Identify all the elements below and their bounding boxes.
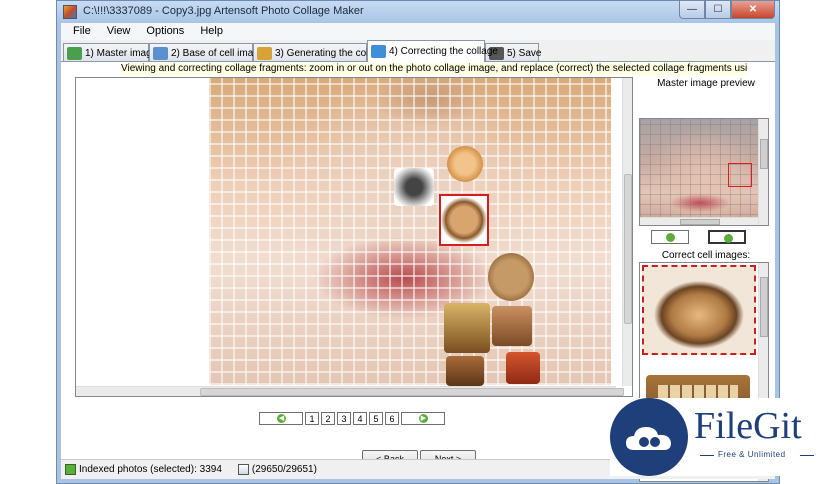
database-icon <box>153 46 168 60</box>
collage-tile[interactable] <box>492 306 532 346</box>
scrollbar-thumb[interactable] <box>680 219 720 225</box>
scrollbar-thumb[interactable] <box>624 174 632 324</box>
cloud-icon <box>626 427 671 450</box>
master-image-preview[interactable] <box>639 118 769 226</box>
tab-correcting-collage[interactable]: 4) Correcting the collage <box>367 40 498 62</box>
filegit-tagline: Free & Unlimited <box>718 450 786 459</box>
collage-horizontal-scrollbar[interactable] <box>76 386 624 396</box>
window-title: C:\!!!\3337089 - Copy3.jpg Artensoft Pho… <box>83 5 364 17</box>
page-5-button[interactable]: 5 <box>369 412 383 425</box>
instructions-banner: Viewing and correcting collage fragments… <box>121 63 747 75</box>
arrow-left-icon: ◀ <box>277 414 286 423</box>
minus-icon <box>666 233 675 242</box>
selected-collage-cell[interactable] <box>439 194 489 246</box>
page-2-button[interactable]: 2 <box>321 412 335 425</box>
window-controls: — ☐ ✕ <box>679 1 775 20</box>
preview-label: Master image preview <box>657 78 755 89</box>
preview-vertical-scrollbar[interactable] <box>758 119 768 225</box>
image-icon <box>67 46 82 60</box>
divider <box>800 455 814 456</box>
tab-label: 5) Save <box>507 47 542 59</box>
cube-icon <box>371 45 386 58</box>
collage-viewport[interactable] <box>75 77 633 397</box>
collage-tile[interactable] <box>444 303 490 353</box>
plus-icon <box>724 234 733 243</box>
scrollbar-thumb[interactable] <box>200 388 624 396</box>
close-button[interactable]: ✕ <box>731 1 775 19</box>
divider <box>700 455 714 456</box>
prev-page-button[interactable]: ◀ <box>259 412 303 425</box>
title-bar[interactable]: C:\!!!\3337089 - Copy3.jpg Artensoft Pho… <box>57 1 779 23</box>
magic-wand-icon <box>257 46 272 60</box>
page-navigator: ◀ 1 2 3 4 5 6 ▶ <box>259 412 445 425</box>
preview-zoom-in-button[interactable] <box>708 230 746 244</box>
preview-selection-frame <box>728 163 752 187</box>
app-icon <box>63 5 77 19</box>
scrollbar-thumb[interactable] <box>760 139 768 169</box>
minimize-button[interactable]: — <box>679 1 705 19</box>
menu-view[interactable]: View <box>99 23 139 40</box>
menu-help[interactable]: Help <box>192 23 231 40</box>
menu-file[interactable]: File <box>65 23 99 40</box>
photo-count-icon <box>237 464 249 475</box>
collage-tile[interactable] <box>446 356 484 386</box>
page-3-button[interactable]: 3 <box>337 412 351 425</box>
collage-image[interactable] <box>209 78 611 385</box>
menu-bar: File View Options Help <box>61 23 775 40</box>
collage-vertical-scrollbar[interactable] <box>622 78 632 386</box>
indexed-photos-status: Indexed photos (selected): 3394 <box>79 464 222 475</box>
collage-tile[interactable] <box>394 168 434 206</box>
cells-label: Correct cell images: <box>661 250 751 261</box>
collage-tile[interactable] <box>488 253 534 301</box>
preview-zoom-out-button[interactable] <box>651 230 689 244</box>
maximize-button[interactable]: ☐ <box>705 1 731 19</box>
collage-tile[interactable] <box>447 146 483 182</box>
tab-generating-collage[interactable]: 3) Generating the collage <box>253 43 387 62</box>
preview-horizontal-scrollbar[interactable] <box>640 217 758 225</box>
filegit-name: FileGit <box>694 405 802 447</box>
page-4-button[interactable]: 4 <box>353 412 367 425</box>
indexed-photos-icon <box>65 464 76 475</box>
filegit-logo <box>610 398 688 476</box>
photo-count-status: (29650/29651) <box>251 464 317 475</box>
cell-image-option[interactable] <box>642 265 756 355</box>
scrollbar-thumb[interactable] <box>760 277 768 337</box>
collage-tile[interactable] <box>506 352 540 384</box>
tab-strip: 1) Master image 2) Base of cell images 3… <box>61 40 775 62</box>
menu-options[interactable]: Options <box>138 23 192 40</box>
tab-label: 1) Master image <box>85 47 158 59</box>
next-page-button[interactable]: ▶ <box>401 412 445 425</box>
page-6-button[interactable]: 6 <box>385 412 399 425</box>
tab-master-image[interactable]: 1) Master image <box>63 43 157 62</box>
filegit-watermark: FileGit Free & Unlimited <box>610 398 825 476</box>
arrow-right-icon: ▶ <box>419 414 428 423</box>
tab-base-of-cell-images[interactable]: 2) Base of cell images <box>149 43 269 62</box>
tab-label: 4) Correcting the collage <box>389 46 498 57</box>
page-1-button[interactable]: 1 <box>305 412 319 425</box>
